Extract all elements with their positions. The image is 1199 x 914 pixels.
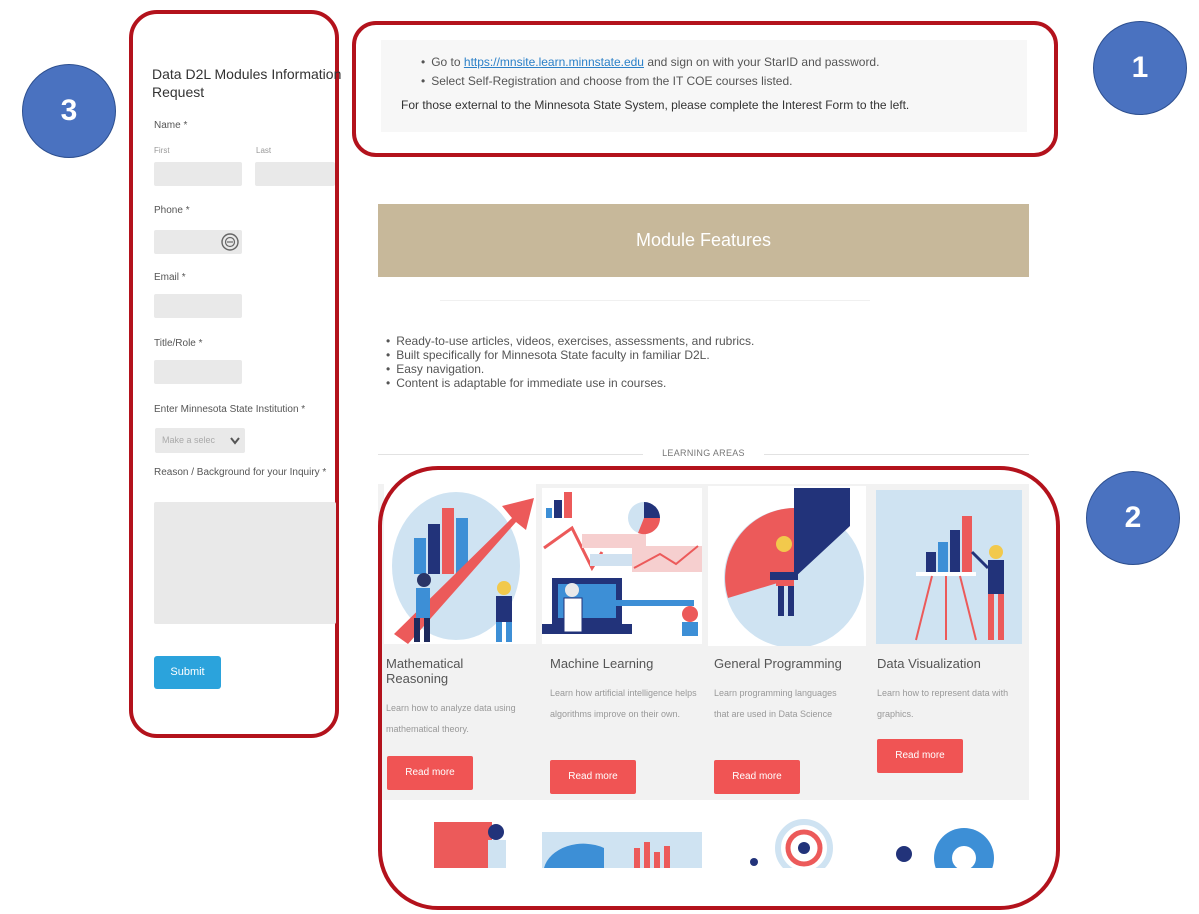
cards-outline	[378, 466, 1060, 910]
autofill-icon[interactable]	[220, 232, 240, 252]
form-title: Data D2L Modules Information Request	[152, 66, 342, 100]
submit-button[interactable]: Submit	[154, 656, 221, 689]
institution-label: Enter Minnesota State Institution *	[154, 404, 306, 415]
email-input[interactable]	[154, 294, 242, 318]
callout-3: 3	[22, 64, 116, 158]
info-outline	[352, 21, 1058, 157]
chevron-down-icon	[230, 437, 240, 445]
feature-item: Ready-to-use articles, videos, exercises…	[386, 334, 1006, 348]
callout-2: 2	[1086, 471, 1180, 565]
phone-label: Phone *	[154, 205, 190, 216]
last-label: Last	[256, 146, 272, 155]
institution-select[interactable]: Make a selec	[155, 428, 245, 453]
divider	[440, 300, 870, 301]
last-name-input[interactable]	[255, 162, 335, 186]
feature-item: Content is adaptable for immediate use i…	[386, 376, 1006, 390]
first-label: First	[154, 146, 170, 155]
title-role-input[interactable]	[154, 360, 242, 384]
module-features-banner: Module Features	[378, 204, 1029, 277]
feature-item: Easy navigation.	[386, 362, 1006, 376]
callout-1: 1	[1093, 21, 1187, 115]
learning-areas-heading: LEARNING AREAS	[378, 446, 1029, 462]
institution-select-value: Make a selec	[162, 435, 216, 445]
features-list: Ready-to-use articles, videos, exercises…	[386, 334, 1006, 390]
reason-textarea[interactable]	[154, 502, 336, 624]
name-label: Name *	[154, 120, 188, 131]
email-label: Email *	[154, 272, 186, 283]
feature-item: Built specifically for Minnesota State f…	[386, 348, 1006, 362]
first-name-input[interactable]	[154, 162, 242, 186]
title-role-label: Title/Role *	[154, 338, 203, 349]
reason-label: Reason / Background for your Inquiry *	[154, 467, 327, 478]
